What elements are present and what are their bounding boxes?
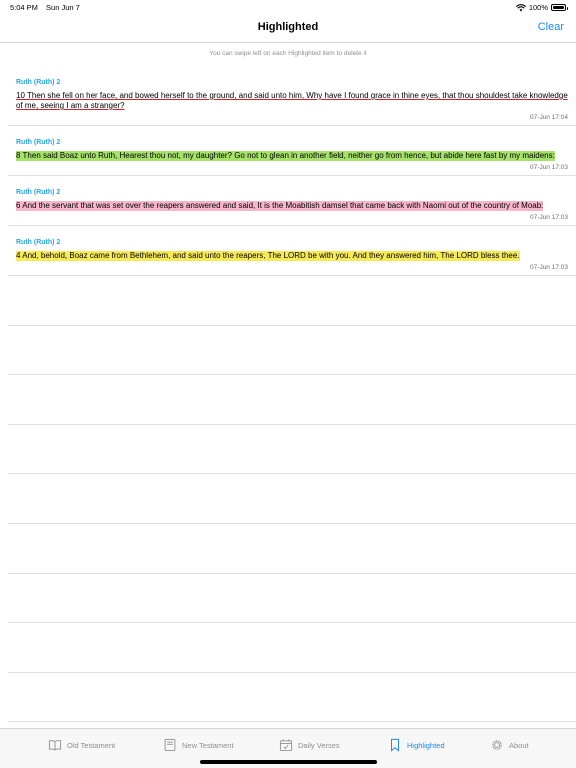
highlight-list: Ruth (Ruth) 2 10 Then she fell on her fa… [8, 66, 576, 723]
empty-row [8, 375, 576, 425]
empty-row [8, 276, 576, 326]
empty-row [8, 474, 576, 524]
status-date: Sun Jun 7 [46, 3, 80, 12]
empty-row [8, 425, 576, 475]
item-verse-text: 6 And the servant that was set over the … [16, 201, 544, 211]
navigation-bar: Highlighted Clear [0, 14, 576, 43]
page-title: Highlighted [257, 21, 319, 33]
tab-new-testament[interactable]: New Testament [163, 738, 234, 752]
wifi-icon [515, 3, 526, 11]
item-reference: Ruth (Ruth) 2 [16, 189, 61, 196]
item-verse-text: 4 And, behold, Boaz came from Bethlehem,… [16, 251, 520, 261]
list-item[interactable]: Ruth (Ruth) 2 4 And, behold, Boaz came f… [8, 226, 576, 276]
tab-label: Highlighted [407, 740, 445, 750]
empty-row [8, 524, 576, 574]
tab-daily-verses[interactable]: Daily Verses [279, 738, 340, 752]
battery-percent: 100% [528, 3, 548, 12]
empty-row [8, 326, 576, 376]
tab-label: New Testament [182, 740, 234, 750]
tab-old-testament[interactable]: Old Testament [48, 738, 115, 752]
empty-row [8, 673, 576, 723]
list-item[interactable]: Ruth (Ruth) 2 8 Then said Boaz unto Ruth… [8, 126, 576, 176]
item-timestamp: 07-Jun 17:04 [530, 114, 568, 121]
bookmark-icon [391, 738, 399, 752]
status-bar: 5:04 PM Sun Jun 7 100% [0, 0, 576, 14]
item-verse-text: 8 Then said Boaz unto Ruth, Hearest thou… [16, 151, 555, 161]
bible-icon [164, 738, 176, 752]
gear-icon [492, 740, 502, 750]
book-icon [48, 740, 62, 751]
swipe-hint: You can swipe left on each Highlighted i… [209, 50, 367, 57]
item-timestamp: 07-Jun 17:03 [530, 214, 568, 221]
calendar-check-icon [279, 739, 293, 752]
list-item[interactable]: Ruth (Ruth) 2 6 And the servant that was… [8, 176, 576, 226]
tab-highlighted[interactable]: Highlighted [388, 738, 445, 752]
home-indicator [200, 760, 377, 764]
status-time: 5:04 PM [10, 3, 38, 12]
item-reference: Ruth (Ruth) 2 [16, 79, 61, 86]
tab-label: Daily Verses [298, 740, 340, 750]
item-reference: Ruth (Ruth) 2 [16, 139, 61, 146]
tab-about[interactable]: About [490, 738, 529, 752]
battery-icon [551, 4, 568, 11]
empty-row [8, 623, 576, 673]
item-timestamp: 07-Jun 17:03 [530, 164, 568, 171]
item-timestamp: 07-Jun 17:03 [530, 264, 568, 271]
item-verse-text: 10 Then she fell on her face, and bowed … [16, 91, 568, 110]
clear-button[interactable]: Clear [538, 21, 564, 33]
item-reference: Ruth (Ruth) 2 [16, 239, 61, 246]
tab-label: Old Testament [67, 740, 116, 750]
empty-row [8, 574, 576, 624]
tab-label: About [509, 740, 529, 750]
list-item[interactable]: Ruth (Ruth) 2 10 Then she fell on her fa… [8, 66, 576, 126]
